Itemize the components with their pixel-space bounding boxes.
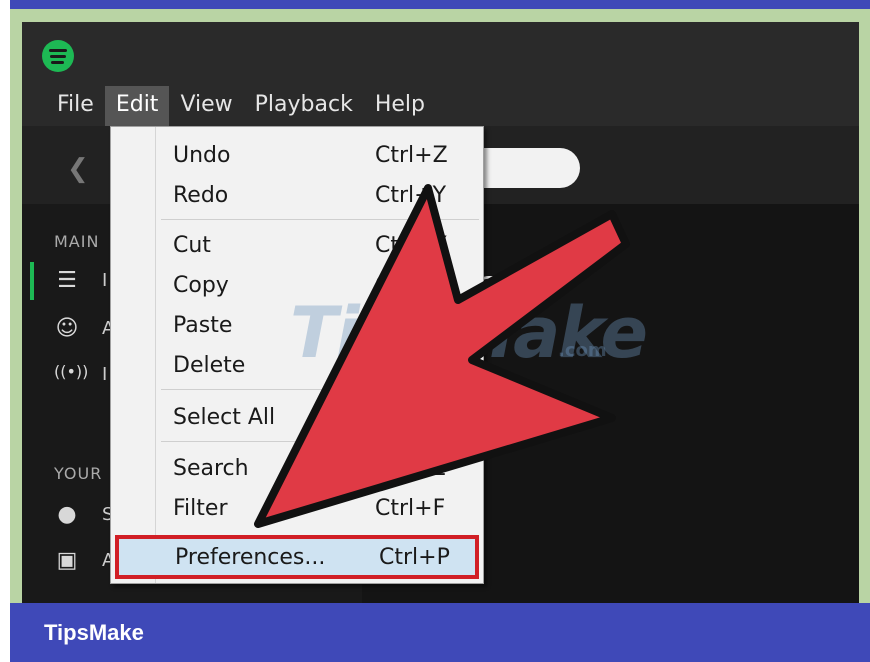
menu-item-label: Undo — [173, 142, 231, 168]
menu-separator — [161, 219, 479, 220]
sidebar-item-browse[interactable]: I — [102, 270, 107, 291]
menu-item-search[interactable]: Search Ctrl+L — [159, 448, 481, 488]
menu-item-label: Paste — [173, 312, 233, 338]
menu-separator — [161, 389, 479, 390]
songs-icon[interactable]: ● — [54, 502, 80, 527]
album-icon[interactable]: ▣ — [54, 548, 80, 573]
spotify-logo-icon[interactable] — [42, 40, 74, 72]
watermark-text: TipsMake — [290, 292, 648, 374]
menu-item-undo[interactable]: Undo Ctrl+Z — [159, 135, 481, 175]
menu-item-label: Cut — [173, 232, 211, 258]
sidebar-item-radio[interactable]: I — [102, 364, 107, 385]
menu-item-label: Search — [173, 455, 249, 481]
menu-help[interactable]: Help — [364, 86, 436, 126]
menu-item-label: Redo — [173, 182, 229, 208]
menu-separator — [161, 441, 479, 442]
menu-item-label: Copy — [173, 272, 229, 298]
menu-icon-gutter — [155, 127, 156, 583]
menu-item-shortcut: Ctrl+L — [375, 455, 445, 481]
menu-item-select-all[interactable]: Select All Ctrl+A — [159, 397, 481, 437]
browse-icon[interactable]: ☰ — [54, 268, 80, 293]
menu-bar: File Edit View Playback Help — [46, 86, 436, 126]
menu-item-label: Delete — [173, 352, 246, 378]
menu-item-shortcut: Ctrl+Y — [375, 182, 447, 208]
menu-item-shortcut: Ctrl+X — [375, 232, 448, 258]
back-arrow-icon[interactable]: ❮ — [67, 154, 89, 184]
menu-item-cut[interactable]: Cut Ctrl+X — [159, 225, 481, 265]
menu-item-filter[interactable]: Filter Ctrl+F — [159, 488, 481, 528]
frame-top-bar — [10, 0, 870, 9]
sidebar-active-indicator — [30, 262, 34, 300]
footer-banner: TipsMake — [10, 603, 870, 662]
watermark-suffix: .com — [558, 340, 607, 361]
artist-icon[interactable]: ☺ — [54, 316, 80, 341]
menu-item-preferences[interactable]: Preferences... Ctrl+P — [115, 535, 479, 579]
menu-item-label: Filter — [173, 495, 228, 521]
menu-item-shortcut: Ctrl+P — [379, 544, 450, 570]
menu-file[interactable]: File — [46, 86, 105, 126]
menu-item-shortcut: Ctrl+F — [375, 495, 446, 521]
menu-view[interactable]: View — [169, 86, 243, 126]
menu-item-label: Preferences... — [175, 544, 326, 570]
menu-playback[interactable]: Playback — [244, 86, 364, 126]
sidebar-main-label: MAIN — [54, 232, 100, 251]
menu-edit[interactable]: Edit — [104, 86, 170, 126]
menu-item-shortcut: Ctrl+A — [375, 404, 448, 430]
banner-brand-text: TipsMake — [44, 620, 144, 645]
menu-item-label: Select All — [173, 404, 276, 430]
radio-icon[interactable]: ((•)) — [54, 362, 88, 381]
menu-item-shortcut: Ctrl+Z — [375, 142, 448, 168]
sidebar-your-label: YOUR — [54, 464, 103, 483]
menu-item-redo[interactable]: Redo Ctrl+Y — [159, 175, 481, 215]
